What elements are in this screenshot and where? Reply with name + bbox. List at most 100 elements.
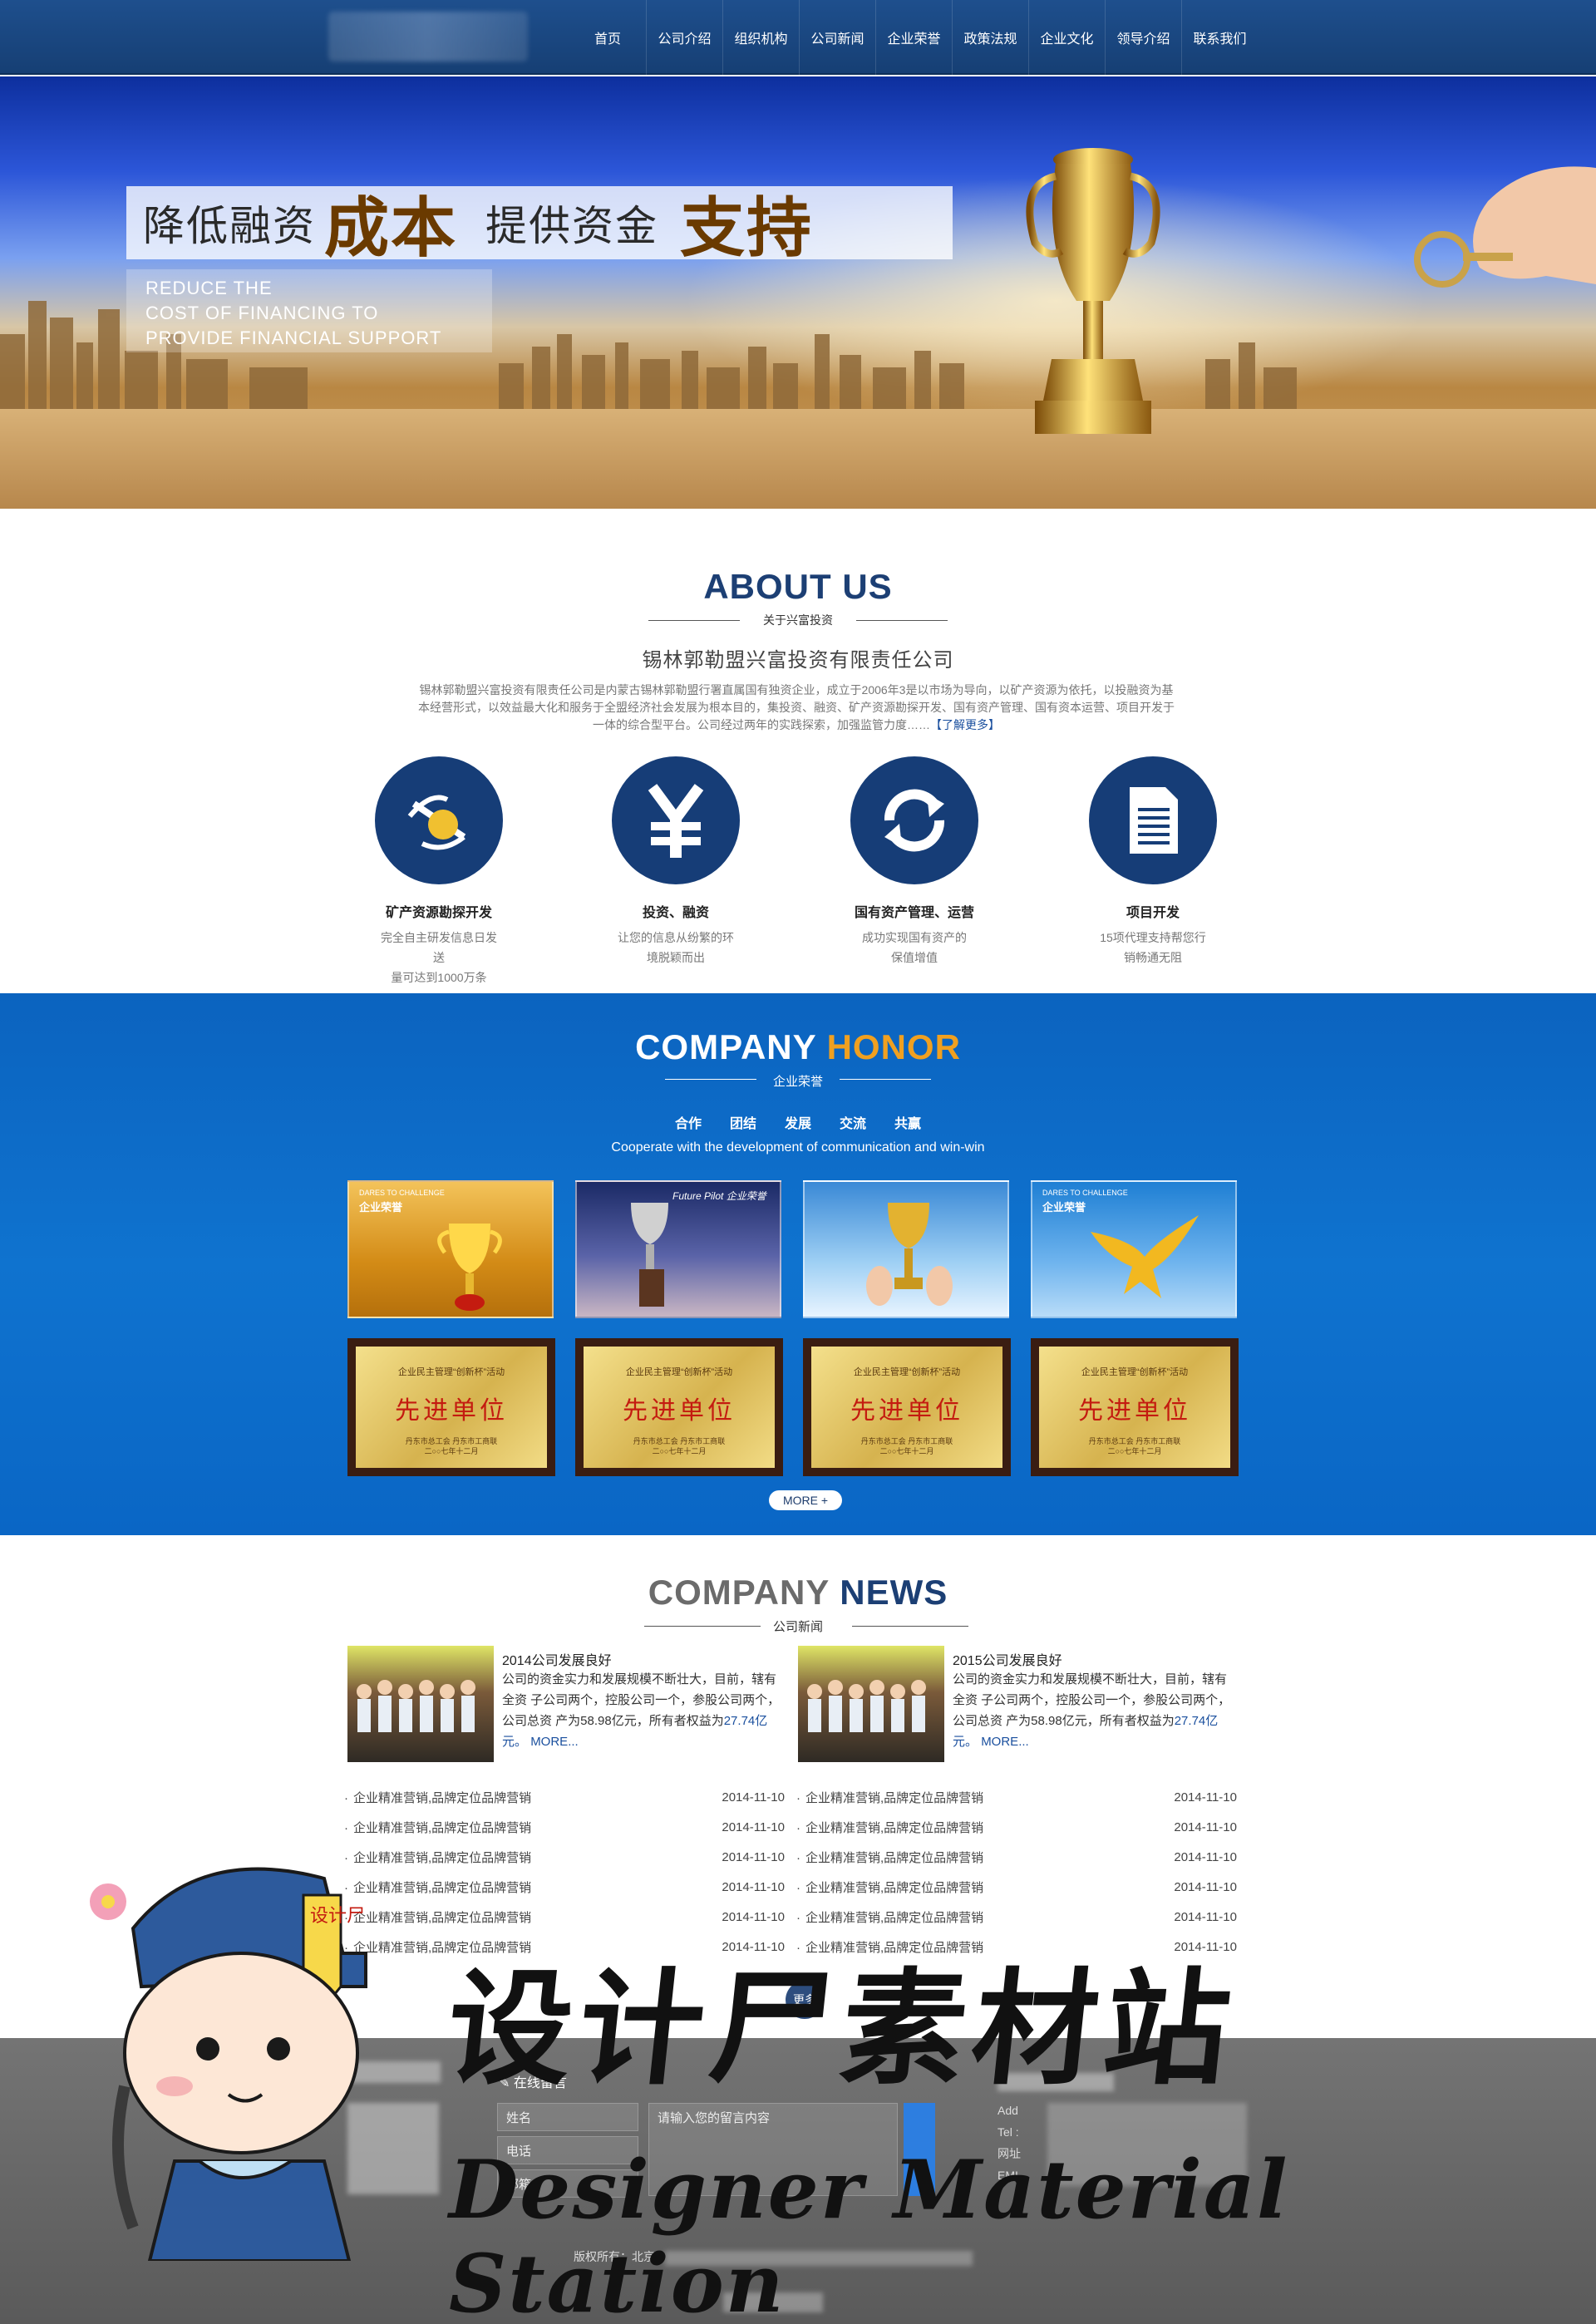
- list-item-date: 2014-11-10: [722, 1879, 785, 1894]
- service-title: 投资、融资: [642, 906, 709, 920]
- service-desc-line: 境脱颖而出: [647, 951, 705, 964]
- list-item[interactable]: · 企业精准营销,品牌定位品牌营销 2014-11-10: [796, 1782, 1237, 1812]
- list-item-date: 2014-11-10: [722, 1849, 785, 1864]
- list-item-title[interactable]: 企业精准营销,品牌定位品牌营销: [805, 1851, 983, 1865]
- company-name: 锡林郭勒盟兴富投资有限责任公司: [642, 649, 954, 672]
- plaque-date: 二○○七年十二月: [1107, 1447, 1162, 1455]
- hero-banner[interactable]: 降低融资 成本 提供资金 支持 REDUCE THE COST OF FINAN…: [0, 76, 1596, 509]
- award-plaque-2[interactable]: 企业民主管理“创新杯”活动 先进单位 丹东市总工会 丹东市工商联 二○○七年十二月: [575, 1338, 783, 1476]
- plaque-date: 二○○七年十二月: [652, 1447, 707, 1455]
- honor-title-b: HONOR: [826, 1027, 961, 1066]
- photo-caption-en: Future Pilot 企业荣誉: [672, 1189, 766, 1203]
- group-photo-image: [357, 1680, 475, 1732]
- banner-floor: [0, 409, 1596, 509]
- document-icon: [1089, 756, 1217, 884]
- mining-icon: [375, 756, 503, 884]
- service-item-asset-management[interactable]: 国有资产管理、运营 成功实现国有资产的 保值增值: [831, 756, 998, 968]
- list-item[interactable]: · 企业精准营销,品牌定位品牌营销 2014-11-10: [796, 1842, 1237, 1872]
- list-item-date: 2014-11-10: [1174, 1849, 1237, 1864]
- banner-subtitle: REDUCE THE COST OF FINANCING TO PROVIDE …: [145, 276, 478, 351]
- refresh-icon: [850, 756, 978, 884]
- nav-item-about[interactable]: 公司介绍: [646, 0, 722, 75]
- award-plaque-1[interactable]: 企业民主管理“创新杯”活动 先进单位 丹东市总工会 丹东市工商联 二○○七年十二月: [347, 1338, 555, 1476]
- nav-item-home[interactable]: 首页: [569, 0, 646, 75]
- learn-more-link[interactable]: 【了解更多】: [930, 718, 1000, 731]
- subtitle-line3: PROVIDE FINANCIAL SUPPORT: [145, 327, 442, 348]
- photo-caption-cn: 企业荣誉: [726, 1190, 766, 1202]
- honor-photo-1[interactable]: DARES TO CHALLENGE 企业荣誉: [347, 1180, 554, 1318]
- nav-item-leaders[interactable]: 领导介绍: [1105, 0, 1181, 75]
- honor-more-button[interactable]: MORE +: [769, 1490, 842, 1510]
- service-desc-line: 15项代理支持帮您行: [1100, 931, 1206, 944]
- hand-with-key-image: [1414, 166, 1596, 288]
- nav-item-news[interactable]: 公司新闻: [799, 0, 875, 75]
- list-item-title[interactable]: 企业精准营销,品牌定位品牌营销: [805, 1791, 983, 1805]
- plaque-footer: 丹东市总工会 丹东市工商联 二○○七年十二月: [1039, 1436, 1230, 1456]
- nav-item-honor[interactable]: 企业荣誉: [875, 0, 952, 75]
- list-item[interactable]: · 企业精准营销,品牌定位品牌营销 2014-11-10: [796, 1902, 1237, 1932]
- news-title-a: COMPANY: [648, 1573, 840, 1612]
- service-desc: 让您的信息从纷繁的环 境脱颖而出: [593, 928, 759, 968]
- service-item-project[interactable]: 项目开发 15项代理支持帮您行 销畅通无阻: [1070, 756, 1236, 968]
- service-desc: 成功实现国有资产的 保值增值: [831, 928, 998, 968]
- service-item-mining[interactable]: 矿产资源勘探开发 完全自主研发信息日发 送 量可达到1000万条: [356, 756, 522, 987]
- list-item-date: 2014-11-10: [1174, 1909, 1237, 1924]
- nav-item-culture[interactable]: 企业文化: [1028, 0, 1105, 75]
- honor-title: COMPANY HONOR: [0, 1027, 1596, 1067]
- list-item[interactable]: · 企业精准营销,品牌定位品牌营销 2014-11-10: [796, 1812, 1237, 1842]
- plaque-title: 先进单位: [395, 1397, 508, 1425]
- news-more-link[interactable]: MORE...: [530, 1735, 579, 1749]
- news-headline[interactable]: 2015公司发展良好: [953, 1649, 1062, 1669]
- news-excerpt: 公司的资金实力和发展规模不断壮大，目前，辖有全资 子公司两个，控股公司一个，参股…: [502, 1669, 788, 1752]
- plaque-issuer: 丹东市总工会 丹东市工商联: [405, 1437, 498, 1445]
- trophy-icon: [631, 1203, 668, 1307]
- featured-news-2[interactable]: 2015公司发展良好 公司的资金实力和发展规模不断壮大，目前，辖有全资 子公司两…: [798, 1646, 1239, 1762]
- list-item-date: 2014-11-10: [1174, 1819, 1237, 1834]
- list-item-title[interactable]: 企业精准营销,品牌定位品牌营销: [805, 1821, 983, 1835]
- honor-photo-4[interactable]: DARES TO CHALLENGE 企业荣誉: [1031, 1180, 1237, 1318]
- nav-item-organization[interactable]: 组织机构: [722, 0, 799, 75]
- honor-photo-2[interactable]: Future Pilot 企业荣誉: [575, 1180, 781, 1318]
- mascot-watermark-image: 设计尸: [90, 1867, 367, 2261]
- list-item[interactable]: · 企业精准营销,品牌定位品牌营销 2014-11-10: [796, 1872, 1237, 1902]
- plaque-title: 先进单位: [623, 1397, 736, 1425]
- service-item-investment[interactable]: 投资、融资 让您的信息从纷繁的环 境脱颖而出: [593, 756, 759, 968]
- featured-news-1[interactable]: 2014公司发展良好 公司的资金实力和发展规模不断壮大，目前，辖有全资 子公司两…: [347, 1646, 788, 1762]
- photo-caption-cn: 企业荣誉: [1042, 1201, 1086, 1214]
- award-plaque-3[interactable]: 企业民主管理“创新杯”活动 先进单位 丹东市总工会 丹东市工商联 二○○七年十二月: [803, 1338, 1011, 1476]
- slogan-part4: 支持: [680, 191, 814, 266]
- news-title-b: NEWS: [840, 1573, 948, 1612]
- award-plaque-4[interactable]: 企业民主管理“创新杯”活动 先进单位 丹东市总工会 丹东市工商联 二○○七年十二月: [1031, 1338, 1239, 1476]
- nav-item-contact[interactable]: 联系我们: [1181, 0, 1258, 75]
- mascot-badge-text: 设计尸: [310, 1906, 365, 1927]
- site-logo[interactable]: [328, 12, 528, 62]
- plaque-issuer: 丹东市总工会 丹东市工商联: [633, 1437, 726, 1445]
- plaque-footer: 丹东市总工会 丹东市工商联 二○○七年十二月: [584, 1436, 775, 1456]
- golden-eagle-icon: [1091, 1215, 1199, 1298]
- plaque-header: 企业民主管理“创新杯”活动: [397, 1367, 505, 1377]
- trophy-icon: [437, 1224, 502, 1311]
- plaque-title: 先进单位: [850, 1397, 963, 1425]
- list-item-title[interactable]: 企业精准营销,品牌定位品牌营销: [353, 1791, 531, 1805]
- slogan-part1: 降低融资: [143, 202, 316, 250]
- golden-trophy-image: [1026, 148, 1160, 434]
- plaque-issuer: 丹东市总工会 丹东市工商联: [1088, 1437, 1181, 1445]
- yen-icon: [612, 756, 740, 884]
- news-headline[interactable]: 2014公司发展良好: [502, 1649, 612, 1669]
- nav-item-policy[interactable]: 政策法规: [952, 0, 1028, 75]
- plaque-footer: 丹东市总工会 丹东市工商联 二○○七年十二月: [356, 1436, 547, 1456]
- list-item-title[interactable]: 企业精准营销,品牌定位品牌营销: [805, 1911, 983, 1925]
- service-desc-line: 保值增值: [891, 951, 938, 964]
- service-desc-line: 让您的信息从纷繁的环: [618, 931, 734, 944]
- about-title: ABOUT US: [703, 567, 893, 606]
- list-item[interactable]: · 企业精准营销,品牌定位品牌营销 2014-11-10: [344, 1782, 785, 1812]
- news-thumbnail[interactable]: [798, 1646, 944, 1762]
- list-item-date: 2014-11-10: [722, 1819, 785, 1834]
- plaque-date: 二○○七年十二月: [424, 1447, 479, 1455]
- service-desc-line: 送: [433, 951, 445, 964]
- news-more-link[interactable]: MORE...: [981, 1735, 1029, 1749]
- news-thumbnail[interactable]: [347, 1646, 494, 1762]
- list-item-title[interactable]: 企业精准营销,品牌定位品牌营销: [805, 1881, 983, 1895]
- honor-english: Cooperate with the development of commun…: [611, 1140, 985, 1155]
- honor-photo-3[interactable]: [803, 1180, 1009, 1318]
